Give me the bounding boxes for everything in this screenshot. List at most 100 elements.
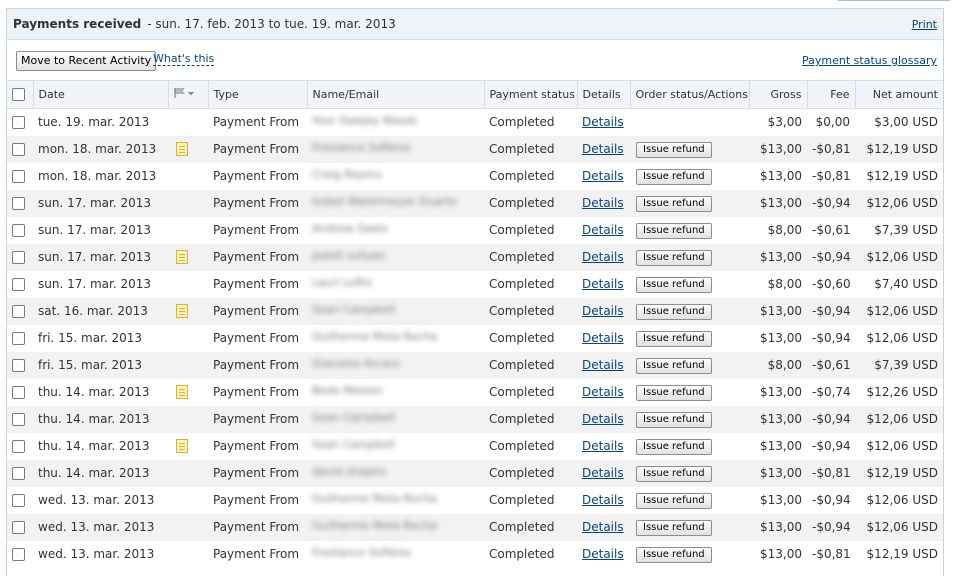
issue-refund-button[interactable]: Issue refund — [636, 195, 712, 212]
flag-icon[interactable] — [173, 87, 196, 102]
row-action-cell: Issue refund — [630, 217, 749, 244]
issue-refund-button[interactable]: Issue refund — [636, 438, 712, 455]
row-name[interactable]: Sean Campbell — [312, 303, 395, 316]
row-action-cell: Issue refund — [630, 514, 749, 541]
row-name[interactable]: Freelance Softkiss — [312, 546, 411, 559]
row-name[interactable]: Isobel Watermeyer Duarte — [312, 195, 457, 208]
payment-status-glossary-link[interactable]: Payment status glossary — [802, 54, 937, 67]
row-date: fri. 15. mar. 2013 — [38, 358, 143, 372]
row-checkbox[interactable] — [12, 251, 25, 264]
row-name[interactable]: Bedo Meisen — [312, 384, 382, 397]
row-name[interactable]: Lauri Loftis — [312, 276, 372, 289]
row-checkbox[interactable] — [12, 413, 25, 426]
row-checkbox[interactable] — [12, 224, 25, 237]
row-name-cell: Guilherme Mota Rocha — [307, 514, 484, 541]
row-gross: $8,00 — [767, 358, 802, 372]
row-name[interactable]: Freelance Softkiss — [312, 141, 411, 154]
details-link[interactable]: Details — [582, 547, 624, 561]
row-checkbox[interactable] — [12, 467, 25, 480]
issue-refund-button[interactable]: Issue refund — [636, 222, 712, 239]
row-name[interactable]: Craig Rayms — [312, 168, 382, 181]
issue-refund-button[interactable]: Issue refund — [636, 249, 712, 266]
note-icon[interactable] — [176, 385, 188, 400]
row-net-amount: $3,00 USD — [874, 115, 938, 130]
row-checkbox[interactable] — [12, 305, 25, 318]
table-row: wed. 13. mar. 2013 Payment From Guilherme … — [7, 487, 943, 514]
row-checkbox[interactable] — [12, 494, 25, 507]
row-name[interactable]: Your Dawjay Needs — [312, 114, 417, 127]
top-search-input[interactable] — [838, 0, 950, 1]
row-fee: $0,00 — [815, 115, 850, 130]
whats-this-link[interactable]: What's this — [153, 52, 215, 66]
row-action-cell: Issue refund — [630, 379, 749, 406]
note-icon[interactable] — [176, 439, 188, 454]
row-fee: -$0,61 — [812, 358, 851, 372]
row-checkbox[interactable] — [12, 116, 25, 130]
issue-refund-button[interactable]: Issue refund — [636, 384, 712, 401]
issue-refund-button[interactable]: Issue refund — [636, 141, 712, 158]
details-link[interactable]: Details — [582, 493, 624, 507]
issue-refund-button[interactable]: Issue refund — [636, 546, 712, 563]
details-link[interactable]: Details — [582, 439, 624, 453]
row-status: Completed — [489, 466, 555, 480]
row-checkbox[interactable] — [12, 143, 25, 156]
details-link[interactable]: Details — [582, 304, 624, 318]
details-link[interactable]: Details — [582, 331, 624, 345]
table-row: mon. 18. mar. 2013 Payment From Craig Raym… — [7, 163, 943, 190]
issue-refund-button[interactable]: Issue refund — [636, 168, 712, 185]
row-type: Payment From — [213, 547, 300, 561]
row-checkbox[interactable] — [12, 548, 25, 561]
issue-refund-button[interactable]: Issue refund — [636, 492, 712, 509]
select-all-checkbox[interactable] — [12, 88, 25, 102]
row-name[interactable]: Guilherme Mota Rocha — [312, 519, 437, 532]
issue-refund-button[interactable]: Issue refund — [636, 303, 712, 320]
row-checkbox[interactable] — [12, 440, 25, 453]
details-link[interactable]: Details — [582, 169, 624, 183]
details-link[interactable]: Details — [582, 358, 624, 372]
row-checkbox[interactable] — [12, 170, 25, 183]
row-name[interactable]: Andrew Gaels — [312, 222, 388, 235]
details-link[interactable]: Details — [582, 223, 624, 237]
move-to-recent-activity-button[interactable]: Move to Recent Activity — [16, 51, 157, 71]
row-name[interactable]: Giacomo Arcaro — [312, 357, 400, 370]
details-link[interactable]: Details — [582, 196, 624, 210]
details-link[interactable]: Details — [582, 412, 624, 426]
row-name[interactable]: david shapiro — [312, 465, 386, 478]
row-checkbox[interactable] — [12, 521, 25, 534]
issue-refund-button[interactable]: Issue refund — [636, 411, 712, 428]
details-link[interactable]: Details — [582, 277, 624, 291]
row-name[interactable]: Guilherme Mota Rocha — [312, 492, 437, 505]
row-name[interactable]: Guilherme Mota Rocha — [312, 330, 437, 343]
row-checkbox[interactable] — [12, 386, 25, 399]
row-checkbox[interactable] — [12, 278, 25, 291]
issue-refund-button[interactable]: Issue refund — [636, 519, 712, 536]
details-link[interactable]: Details — [582, 142, 624, 156]
row-checkbox[interactable] — [12, 197, 25, 210]
print-link[interactable]: Print — [912, 18, 937, 31]
row-type: Payment From — [213, 223, 300, 237]
details-link[interactable]: Details — [582, 466, 624, 480]
row-checkbox[interactable] — [12, 359, 25, 372]
details-link[interactable]: Details — [582, 250, 624, 264]
note-icon[interactable] — [176, 142, 188, 157]
row-status: Completed — [489, 196, 555, 210]
row-checkbox[interactable] — [12, 332, 25, 345]
row-name[interactable]: Sean Campbell — [312, 438, 395, 451]
row-note-cell — [168, 136, 208, 163]
details-link[interactable]: Details — [582, 520, 624, 534]
note-icon[interactable] — [176, 250, 188, 265]
note-icon[interactable] — [176, 304, 188, 319]
details-link[interactable]: Details — [582, 385, 624, 399]
details-link[interactable]: Details — [582, 115, 624, 129]
row-details-cell: Details — [577, 379, 630, 406]
row-select-cell — [7, 352, 33, 379]
row-select-cell — [7, 163, 33, 190]
issue-refund-button[interactable]: Issue refund — [636, 330, 712, 347]
issue-refund-button[interactable]: Issue refund — [636, 357, 712, 374]
issue-refund-button[interactable]: Issue refund — [636, 465, 712, 482]
row-name[interactable]: Sean Campbell — [312, 411, 395, 424]
col-date[interactable]: Date — [32, 80, 168, 109]
row-name[interactable]: patoll sullyan — [312, 249, 385, 262]
col-flag[interactable] — [167, 80, 208, 109]
issue-refund-button[interactable]: Issue refund — [636, 276, 712, 293]
